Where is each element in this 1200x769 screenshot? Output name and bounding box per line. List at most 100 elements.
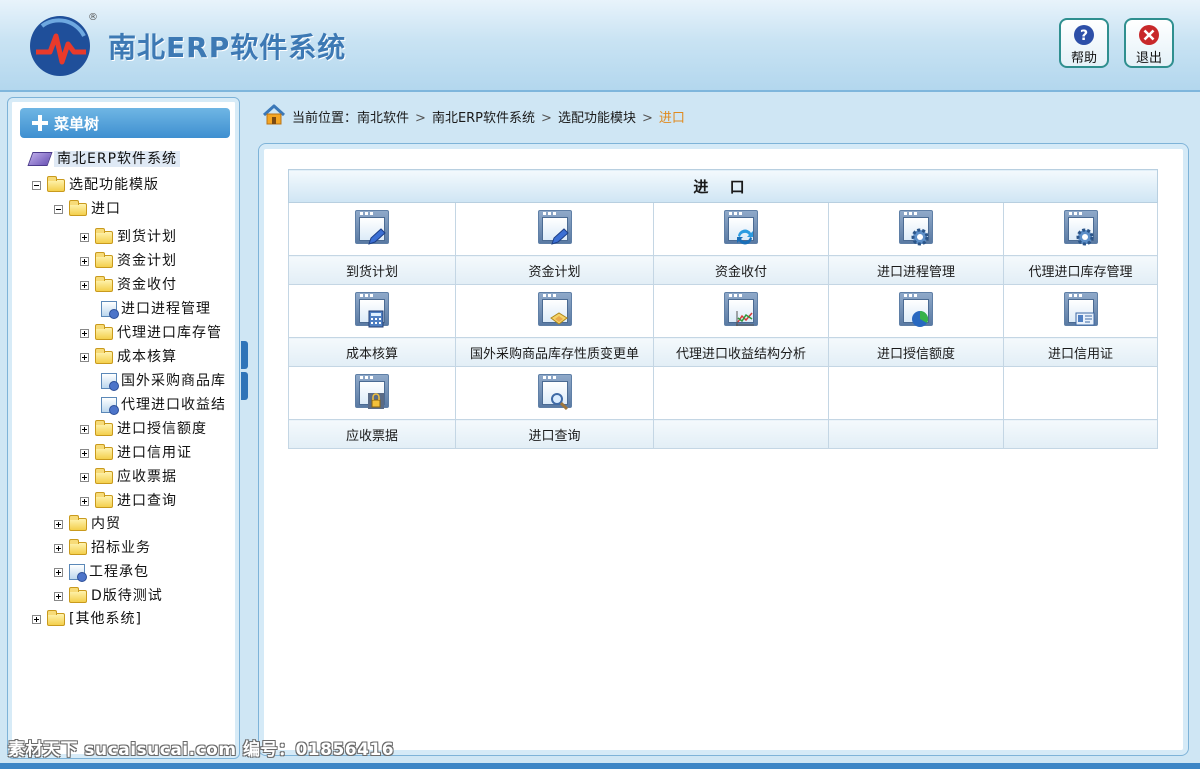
tree-item-label: 资金计划 [117, 253, 177, 269]
tree-item[interactable]: 工程承包 [54, 561, 149, 582]
tree-item[interactable]: 进口查询 [80, 490, 177, 510]
tree-item-template[interactable]: 选配功能模版 [32, 174, 159, 194]
home-icon [262, 104, 286, 125]
pen-icon[interactable] [537, 210, 572, 245]
module-icon-cell[interactable] [653, 202, 829, 256]
pen-icon[interactable] [355, 210, 389, 245]
tree-item-label: 进口进程管理 [121, 301, 211, 317]
plus-icon [32, 115, 48, 131]
tree-item[interactable]: 资金计划 [80, 250, 177, 270]
module-label[interactable]: 资金计划 [455, 255, 654, 285]
id-card-icon[interactable] [1063, 292, 1098, 326]
tree-item-label: 工程承包 [89, 564, 149, 580]
folder-icon [47, 609, 65, 626]
expand-icon[interactable] [80, 496, 89, 506]
breadcrumb-item[interactable]: 南北软件 [357, 111, 409, 126]
pie-chart-icon[interactable] [899, 292, 933, 327]
exit-button[interactable]: 退出 [1124, 18, 1174, 68]
tree-item[interactable]: 进口进程管理 [101, 298, 211, 319]
folder-icon [95, 443, 113, 460]
module-icon-cell[interactable] [288, 284, 456, 338]
gear-icon[interactable] [1063, 210, 1098, 246]
tree-item[interactable]: 资金收付 [80, 274, 177, 294]
tree-item-import[interactable]: 进口 [54, 198, 121, 218]
tree-item[interactable]: 招标业务 [54, 537, 151, 557]
logo-icon [30, 16, 90, 76]
tree-item[interactable]: 成本核算 [80, 346, 177, 366]
document-icon [101, 301, 119, 319]
expand-icon[interactable] [80, 424, 89, 434]
expand-icon[interactable] [80, 328, 89, 338]
folder-icon [95, 347, 113, 364]
module-label[interactable]: 进口信用证 [1003, 337, 1158, 367]
tree-item[interactable]: 到货计划 [80, 226, 177, 246]
module-icon-cell[interactable] [455, 366, 654, 420]
tree-root[interactable]: 南北ERP软件系统 [27, 148, 181, 168]
expand-icon[interactable] [80, 280, 89, 290]
menu-tree-title: 菜单树 [54, 115, 100, 133]
collapse-icon[interactable] [54, 204, 63, 214]
module-label[interactable]: 成本核算 [288, 337, 456, 367]
lock-icon[interactable] [355, 374, 389, 409]
module-label[interactable]: 代理进口收益结构分析 [653, 337, 829, 367]
expand-icon[interactable] [80, 232, 89, 242]
collapse-sidebar-handle[interactable] [241, 341, 248, 369]
collapse-sidebar-handle[interactable] [241, 372, 248, 400]
package-icon[interactable] [537, 292, 572, 326]
expand-icon[interactable] [54, 567, 63, 577]
module-icon-cell[interactable] [828, 284, 1004, 338]
tree-item-label: 到货计划 [117, 229, 177, 245]
expand-icon[interactable] [80, 448, 89, 458]
module-label[interactable]: 应收票据 [288, 419, 456, 449]
tree-item-other[interactable]: [其他系统] [32, 608, 142, 628]
tree-item[interactable]: D版待测试 [54, 585, 163, 605]
expand-icon[interactable] [80, 352, 89, 362]
module-icon-cell[interactable] [455, 202, 654, 256]
module-icon-cell[interactable] [1003, 202, 1158, 256]
app-header: ® 南北ERP软件系统 ? 帮助 退出 [0, 0, 1200, 92]
tree-item[interactable]: 应收票据 [80, 466, 177, 486]
module-label[interactable]: 代理进口库存管理 [1003, 255, 1158, 285]
module-grid: 进 口 到货计划 资金计划 资金收付 进口进程管理 代理进口库存管理 成本核算 [288, 169, 1158, 449]
tree-item[interactable]: 内贸 [54, 513, 121, 533]
document-icon [69, 564, 87, 582]
expand-icon[interactable] [32, 614, 41, 624]
module-label[interactable]: 资金收付 [653, 255, 829, 285]
module-icon-cell[interactable] [1003, 284, 1158, 338]
breadcrumb-item[interactable]: 选配功能模块 [558, 111, 636, 126]
breadcrumb-item[interactable]: 南北ERP软件系统 [432, 111, 535, 126]
line-chart-icon[interactable] [724, 292, 758, 326]
magnifier-icon[interactable] [537, 374, 572, 410]
tree-item[interactable]: 代理进口收益结 [101, 394, 226, 415]
tree-item[interactable]: 进口信用证 [80, 442, 192, 462]
module-icon-cell[interactable] [828, 202, 1004, 256]
tree-item[interactable]: 国外采购商品库 [101, 370, 226, 391]
collapse-icon[interactable] [32, 180, 41, 190]
help-button[interactable]: ? 帮助 [1059, 18, 1109, 68]
module-label[interactable]: 国外采购商品库存性质变更单 [455, 337, 654, 367]
tree-item[interactable]: 代理进口库存管 [80, 322, 222, 342]
expand-icon[interactable] [80, 256, 89, 266]
expand-icon[interactable] [54, 519, 63, 529]
expand-icon[interactable] [54, 591, 63, 601]
empty-cell [653, 419, 829, 449]
module-icon-cell[interactable] [288, 202, 456, 256]
module-label[interactable]: 到货计划 [288, 255, 456, 285]
tree-item-label: 进口授信额度 [117, 421, 207, 437]
tree-item-label: 招标业务 [91, 540, 151, 556]
module-label[interactable]: 进口查询 [455, 419, 654, 449]
exchange-icon[interactable] [724, 210, 758, 245]
tree-item[interactable]: 进口授信额度 [80, 418, 207, 438]
module-icon-cell[interactable] [288, 366, 456, 420]
tree-item-label: 代理进口收益结 [121, 397, 226, 413]
module-label[interactable]: 进口授信额度 [828, 337, 1004, 367]
expand-icon[interactable] [80, 472, 89, 482]
module-icon-cell[interactable] [653, 284, 829, 338]
expand-icon[interactable] [54, 543, 63, 553]
module-label[interactable]: 进口进程管理 [828, 255, 1004, 285]
folder-icon [69, 514, 87, 531]
calculator-icon[interactable] [355, 292, 389, 328]
gear-icon[interactable] [899, 210, 933, 246]
tree-item-label: 应收票据 [117, 469, 177, 485]
module-icon-cell[interactable] [455, 284, 654, 338]
